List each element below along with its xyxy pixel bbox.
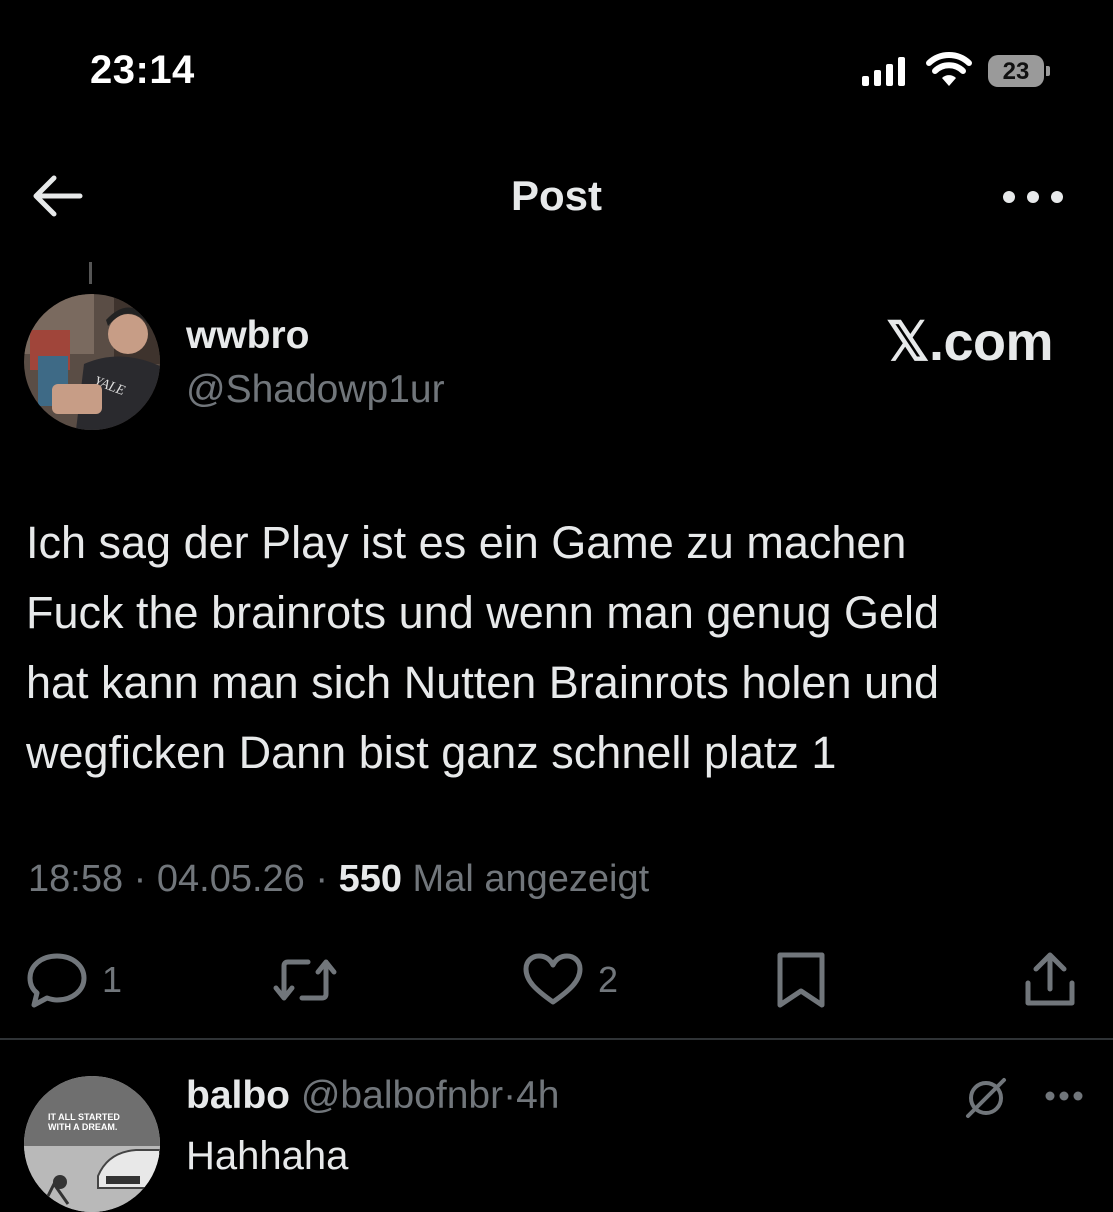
reply-author-handle[interactable]: @balbofnbr: [301, 1074, 503, 1117]
author-handle[interactable]: @Shadowp1ur: [186, 368, 445, 412]
repost-button[interactable]: [270, 950, 340, 1010]
post-meta: 18:58 · 04.05.26 · 550 Mal angezeigt: [28, 858, 649, 901]
mute-icon[interactable]: [964, 1076, 1008, 1120]
post-date: 04.05.26: [156, 858, 305, 900]
view-count[interactable]: 550: [339, 858, 402, 900]
reply-header: balbo @balbofnbr·4h: [186, 1074, 559, 1118]
svg-text:WITH A DREAM.: WITH A DREAM.: [48, 1122, 117, 1132]
battery-level: 23: [1002, 58, 1030, 85]
reply-age: 4h: [516, 1074, 560, 1117]
views-label: Mal angezeigt: [412, 858, 650, 900]
reply-author-name[interactable]: balbo: [186, 1074, 290, 1117]
divider: [0, 1038, 1113, 1040]
status-time: 23:14: [90, 48, 195, 92]
share-icon: [1025, 952, 1075, 1006]
post-text: Ich sag der Play ist es ein Game zu mach…: [26, 517, 940, 778]
wifi-icon: [926, 52, 972, 86]
cellular-signal-icon: [862, 56, 905, 86]
repost-icon: [273, 959, 337, 1001]
svg-text:IT ALL STARTED: IT ALL STARTED: [48, 1112, 120, 1122]
author-name[interactable]: wwbro: [186, 314, 310, 358]
thread-line: [89, 262, 92, 284]
source-watermark: 𝕏.com: [886, 312, 1054, 372]
meta-separator: ·: [133, 858, 147, 900]
reply-icon: [27, 953, 87, 1008]
reply-count: 1: [102, 959, 123, 1000]
share-button[interactable]: [1022, 950, 1078, 1010]
like-count: 2: [598, 959, 619, 1000]
like-button[interactable]: 2: [522, 950, 618, 1010]
meta-separator: ·: [503, 1074, 517, 1117]
reply-more-icon[interactable]: [1044, 1090, 1084, 1102]
author-avatar[interactable]: YALE: [24, 294, 160, 430]
reply-text: Hahhaha: [186, 1134, 349, 1178]
like-icon: [523, 953, 583, 1005]
page-title: Post: [510, 172, 602, 219]
reply-author-avatar[interactable]: IT ALL STARTED WITH A DREAM.: [24, 1076, 160, 1212]
battery-icon: 23: [988, 55, 1052, 87]
more-icon[interactable]: [1002, 190, 1064, 204]
bookmark-icon: [777, 952, 825, 1008]
meta-separator: ·: [315, 858, 329, 900]
post-time: 18:58: [28, 858, 124, 900]
bookmark-button[interactable]: [774, 950, 828, 1010]
reply-button[interactable]: 1: [26, 950, 122, 1010]
